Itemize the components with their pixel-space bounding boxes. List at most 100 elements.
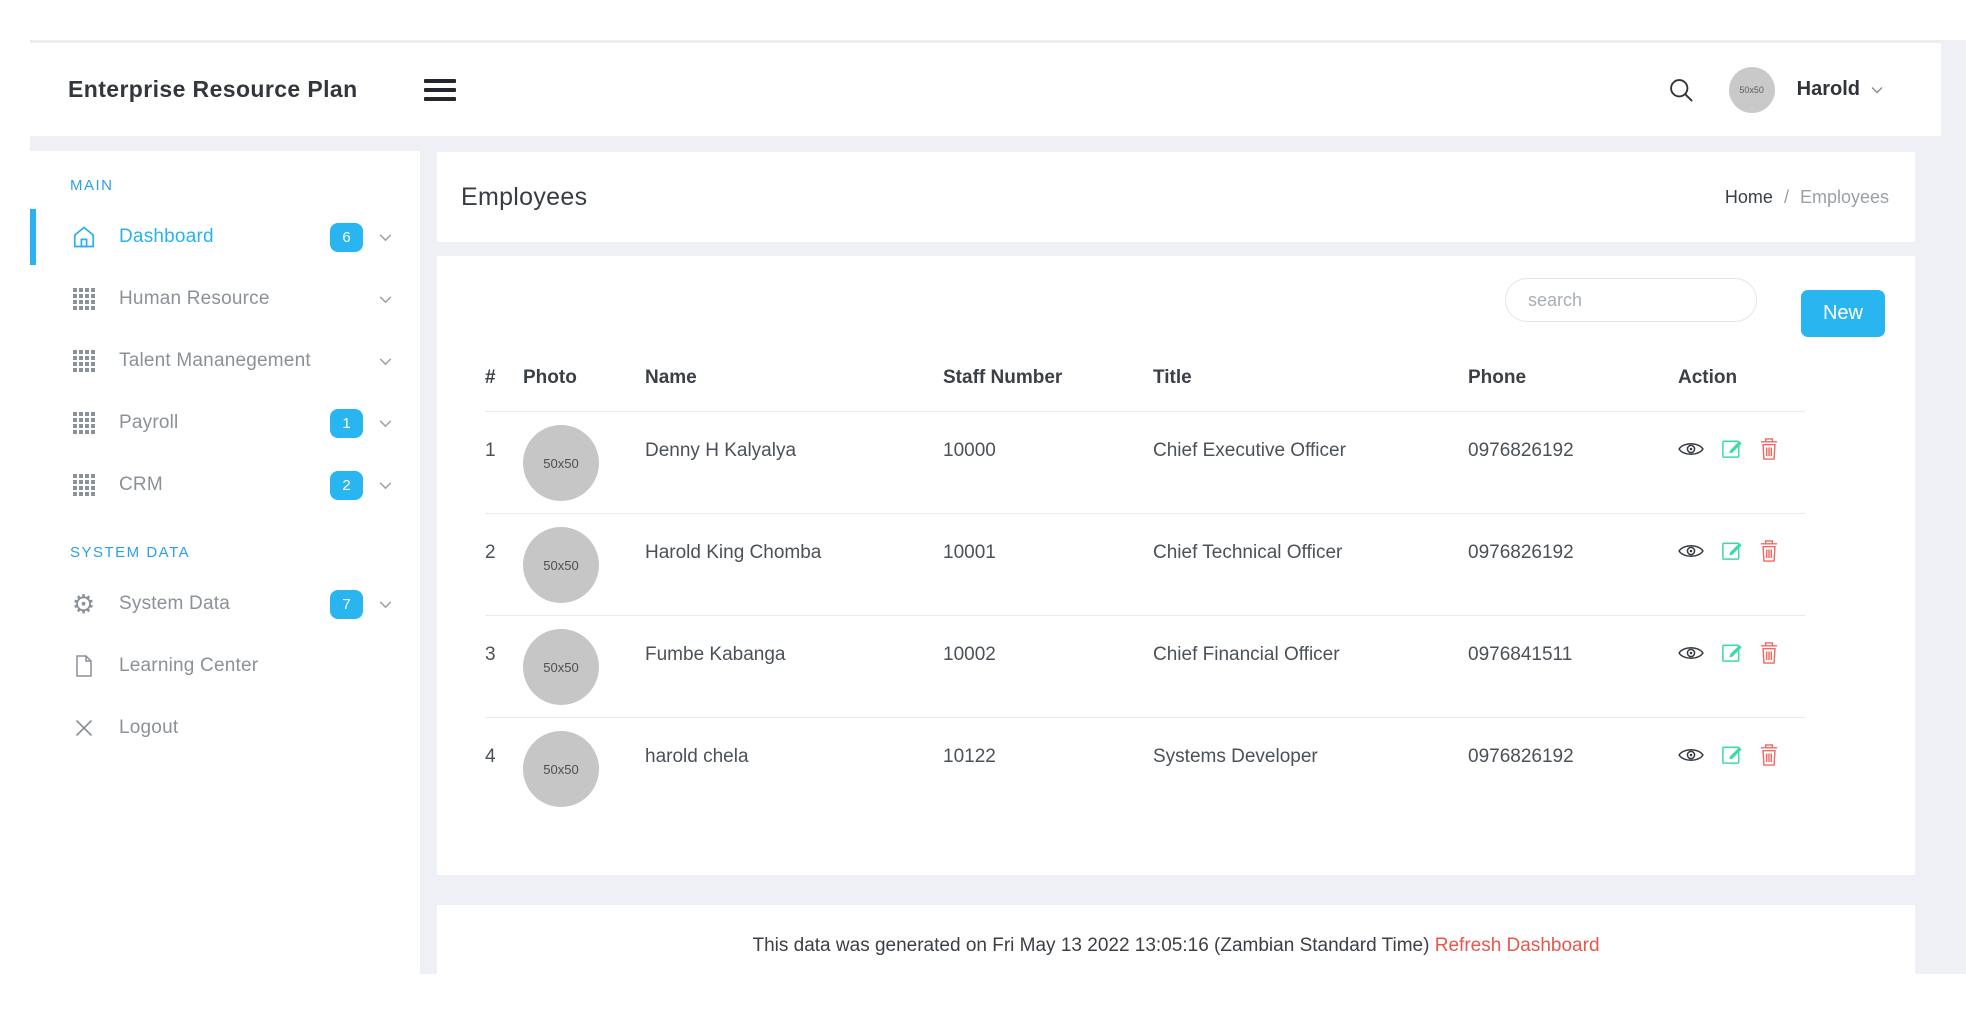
row-index: 3	[485, 616, 523, 718]
app-logo: Enterprise Resource Plan	[68, 76, 358, 103]
sidebar: MAIN Dashboard 6	[30, 136, 420, 974]
row-actions	[1678, 539, 1805, 562]
column-header-phone: Phone	[1468, 343, 1678, 412]
hamburger-bar	[424, 97, 456, 101]
top-navbar: Enterprise Resource Plan 50x50 Harold	[30, 43, 1941, 136]
gear-icon: ⚙	[70, 591, 97, 617]
chevron-down-icon	[377, 596, 394, 613]
sidebar-item-payroll[interactable]: Payroll 1	[30, 392, 420, 454]
app-window: Enterprise Resource Plan 50x50 Harold	[30, 40, 1941, 974]
table-row: 1 50x50 Denny H Kalyalya 10000 Chief Exe…	[485, 412, 1805, 514]
row-actions	[1678, 743, 1805, 766]
sidebar-item-human-resource[interactable]: Human Resource	[30, 268, 420, 330]
breadcrumb: Home / Employees	[1725, 187, 1889, 208]
sidebar-item-dashboard[interactable]: Dashboard 6	[30, 206, 420, 268]
column-header-title: Title	[1153, 343, 1468, 412]
column-header-action: Action	[1678, 343, 1805, 412]
search-input[interactable]	[1505, 278, 1757, 322]
topbar-right: 50x50 Harold	[1667, 67, 1885, 113]
chevron-down-icon	[377, 353, 394, 370]
hamburger-bar	[424, 79, 456, 83]
sidebar-item-label: CRM	[119, 474, 330, 496]
badge: 2	[330, 471, 363, 500]
user-menu[interactable]: Harold	[1797, 78, 1885, 101]
grid-icon	[70, 411, 97, 435]
employee-title: Chief Financial Officer	[1153, 616, 1468, 718]
sidebar-item-crm[interactable]: CRM 2	[30, 454, 420, 516]
view-icon[interactable]	[1678, 440, 1704, 458]
edit-icon[interactable]	[1720, 437, 1743, 460]
view-icon[interactable]	[1678, 542, 1704, 560]
hamburger-menu-icon[interactable]	[424, 74, 456, 106]
grid-icon	[70, 287, 97, 311]
employee-photo: 50x50	[523, 425, 599, 501]
sidebar-item-learning-center[interactable]: Learning Center	[30, 635, 420, 697]
view-icon[interactable]	[1678, 644, 1704, 662]
sidebar-item-label: Logout	[119, 717, 394, 739]
breadcrumb-current: Employees	[1800, 187, 1889, 208]
employee-title: Chief Executive Officer	[1153, 412, 1468, 514]
employee-phone: 0976826192	[1468, 718, 1678, 820]
row-index: 1	[485, 412, 523, 514]
sidebar-item-label: System Data	[119, 593, 330, 615]
delete-icon[interactable]	[1759, 539, 1779, 562]
sidebar-item-label: Payroll	[119, 412, 330, 434]
delete-icon[interactable]	[1759, 743, 1779, 766]
chevron-down-icon	[377, 477, 394, 494]
grid-icon	[70, 349, 97, 373]
sidebar-section-main: MAIN	[70, 177, 420, 194]
sidebar-item-label: Dashboard	[119, 226, 330, 248]
row-index: 4	[485, 718, 523, 820]
chevron-down-icon	[377, 291, 394, 308]
table-row: 3 50x50 Fumbe Kabanga 10002 Chief Financ…	[485, 616, 1805, 718]
edit-icon[interactable]	[1720, 539, 1743, 562]
column-header-staff-number: Staff Number	[943, 343, 1153, 412]
close-icon	[70, 716, 97, 740]
delete-icon[interactable]	[1759, 641, 1779, 664]
chevron-down-icon	[1869, 82, 1885, 98]
footer-card: This data was generated on Fri May 13 20…	[437, 905, 1915, 1035]
delete-icon[interactable]	[1759, 437, 1779, 460]
avatar[interactable]: 50x50	[1729, 67, 1775, 113]
employee-staff-number: 10000	[943, 412, 1153, 514]
sidebar-item-system-data[interactable]: ⚙ System Data 7	[30, 573, 420, 635]
employees-table-card: New # Photo Name Staff Number Title	[437, 256, 1915, 875]
edit-icon[interactable]	[1720, 641, 1743, 664]
sidebar-item-label: Talent Mananegement	[119, 350, 377, 372]
row-actions	[1678, 437, 1805, 460]
employee-staff-number: 10001	[943, 514, 1153, 616]
employee-staff-number: 10002	[943, 616, 1153, 718]
badge: 1	[330, 409, 363, 438]
employee-photo: 50x50	[523, 731, 599, 807]
breadcrumb-home-link[interactable]: Home	[1725, 187, 1773, 208]
column-header-name: Name	[645, 343, 943, 412]
employee-name: Harold King Chomba	[645, 514, 943, 616]
sidebar-item-talent-management[interactable]: Talent Mananegement	[30, 330, 420, 392]
sidebar-item-logout[interactable]: Logout	[30, 697, 420, 759]
photo-placeholder-text: 50x50	[543, 456, 578, 471]
new-button[interactable]: New	[1801, 290, 1885, 337]
hamburger-bar	[424, 88, 456, 92]
page-header-card: Employees Home / Employees	[437, 152, 1915, 242]
row-actions	[1678, 641, 1805, 664]
edit-icon[interactable]	[1720, 743, 1743, 766]
table-row: 4 50x50 harold chela 10122 Systems Devel…	[485, 718, 1805, 820]
column-header-photo: Photo	[523, 343, 645, 412]
refresh-dashboard-link[interactable]: Refresh Dashboard	[1435, 935, 1600, 956]
home-icon	[70, 224, 97, 250]
photo-placeholder-text: 50x50	[543, 558, 578, 573]
generated-timestamp-text: This data was generated on Fri May 13 20…	[752, 935, 1429, 956]
employee-photo: 50x50	[523, 629, 599, 705]
view-icon[interactable]	[1678, 746, 1704, 764]
sidebar-section-system-data: SYSTEM DATA	[70, 544, 420, 561]
row-index: 2	[485, 514, 523, 616]
search-icon[interactable]	[1667, 76, 1695, 104]
employee-phone: 0976826192	[1468, 412, 1678, 514]
employee-title: Chief Technical Officer	[1153, 514, 1468, 616]
user-name: Harold	[1797, 78, 1860, 101]
employee-photo: 50x50	[523, 527, 599, 603]
employee-phone: 0976826192	[1468, 514, 1678, 616]
employee-phone: 0976841511	[1468, 616, 1678, 718]
table-row: 2 50x50 Harold King Chomba 10001 Chief T…	[485, 514, 1805, 616]
page-gutter	[1941, 40, 1966, 974]
